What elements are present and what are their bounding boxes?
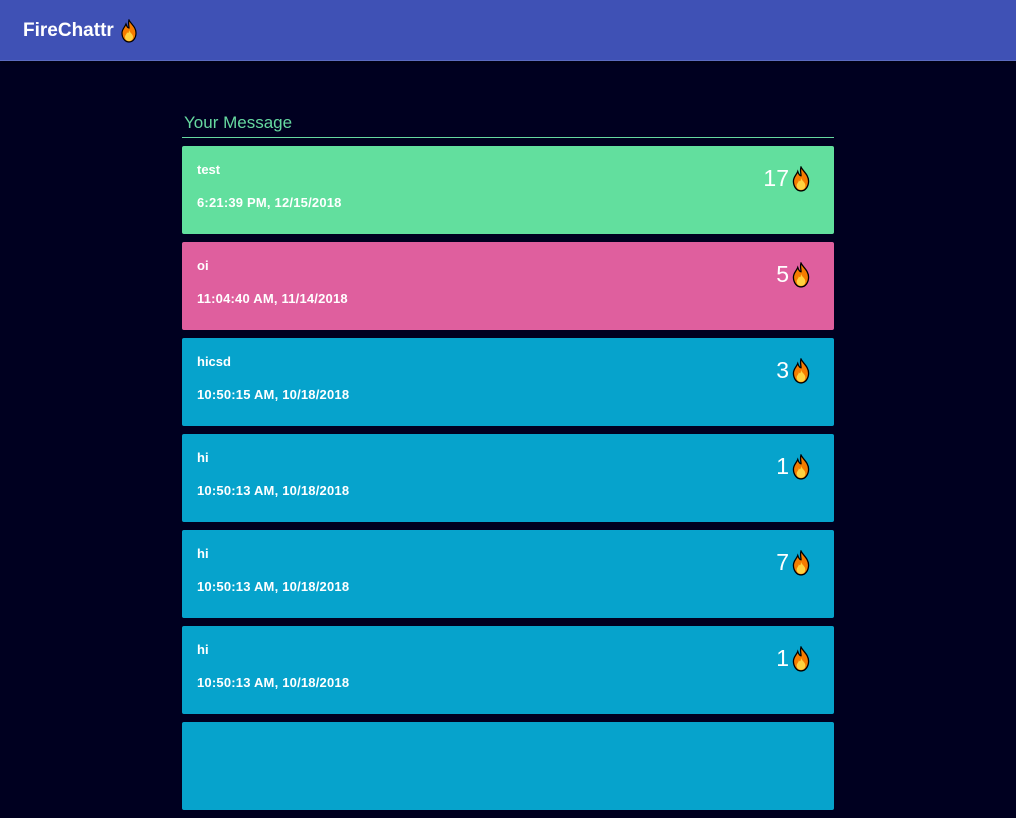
message-card[interactable]: hi 10:50:13 AM, 10/18/2018 1 xyxy=(182,434,834,522)
message-card[interactable]: hicsd 10:50:15 AM, 10/18/2018 3 xyxy=(182,338,834,426)
app-brand[interactable]: FireChattr xyxy=(23,19,139,43)
fire-count: 5 xyxy=(776,261,789,287)
fire-reaction-button[interactable]: 1 xyxy=(776,645,812,672)
message-card[interactable]: hi 10:50:13 AM, 10/18/2018 7 xyxy=(182,530,834,618)
message-text: hicsd xyxy=(197,354,231,369)
message-timestamp: 6:21:39 PM, 12/15/2018 xyxy=(197,195,342,210)
flame-icon xyxy=(790,453,812,480)
fire-count: 1 xyxy=(776,453,789,479)
fire-count: 1 xyxy=(776,645,789,671)
flame-icon xyxy=(790,549,812,576)
message-card[interactable]: test 6:21:39 PM, 12/15/2018 17 xyxy=(182,146,834,234)
message-text: hi xyxy=(197,546,209,561)
message-card[interactable]: hi 10:50:13 AM, 10/18/2018 1 xyxy=(182,626,834,714)
message-timestamp: 11:04:40 AM, 11/14/2018 xyxy=(197,291,348,306)
fire-reaction-button[interactable]: 3 xyxy=(776,357,812,384)
message-text: oi xyxy=(197,258,209,273)
message-text: test xyxy=(197,162,221,177)
message-text: hi xyxy=(197,642,209,657)
flame-icon xyxy=(119,19,139,43)
fire-reaction-button[interactable]: 17 xyxy=(763,165,812,192)
message-timestamp: 10:50:13 AM, 10/18/2018 xyxy=(197,675,350,690)
fire-count: 17 xyxy=(763,165,789,191)
flame-icon xyxy=(790,645,812,672)
fire-count: 3 xyxy=(776,357,789,383)
flame-icon xyxy=(790,357,812,384)
section-divider xyxy=(182,137,834,138)
message-timestamp: 10:50:15 AM, 10/18/2018 xyxy=(197,387,350,402)
message-timestamp: 10:50:13 AM, 10/18/2018 xyxy=(197,579,350,594)
message-text: hi xyxy=(197,450,209,465)
app-header: FireChattr xyxy=(0,0,1016,61)
app-title: FireChattr xyxy=(23,20,114,41)
section-title: Your Message xyxy=(184,113,293,132)
flame-icon xyxy=(790,261,812,288)
message-list: test 6:21:39 PM, 12/15/2018 17 oi 11:04:… xyxy=(182,146,834,818)
message-card[interactable]: oi 11:04:40 AM, 11/14/2018 5 xyxy=(182,242,834,330)
message-timestamp: 10:50:13 AM, 10/18/2018 xyxy=(197,483,350,498)
fire-reaction-button[interactable]: 7 xyxy=(776,549,812,576)
message-card[interactable] xyxy=(182,722,834,810)
fire-reaction-button[interactable]: 5 xyxy=(776,261,812,288)
flame-icon xyxy=(790,165,812,192)
fire-reaction-button[interactable]: 1 xyxy=(776,453,812,480)
fire-count: 7 xyxy=(776,549,789,575)
